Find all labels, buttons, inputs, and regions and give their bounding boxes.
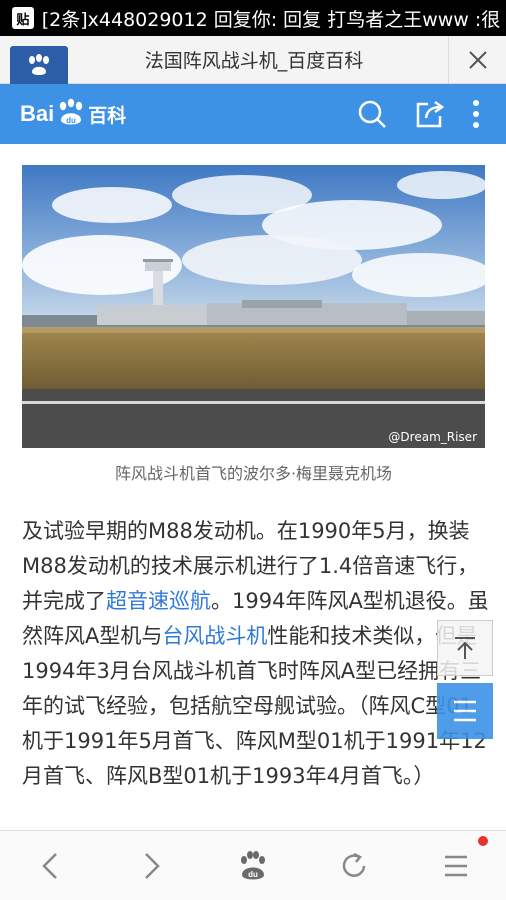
refresh-icon [342,852,366,877]
close-icon [468,51,487,69]
tieba-app-icon: 贴 [12,7,34,29]
back-to-top-icon [455,637,475,659]
refresh-button[interactable] [332,844,376,888]
image-watermark: @Dream_Riser [388,430,477,444]
tab-favicon-paw-icon[interactable] [10,46,68,84]
image-caption: 阵风战斗机首飞的波尔多·梅里聂克机场 [114,464,393,483]
back-to-top-button[interactable] [437,620,493,676]
link-typhoon-fighter[interactable]: 台风战斗机 [162,624,267,648]
paragraph-text: 性能和技术类似，但是1994年3月台风战斗机首飞时阵风A型已经拥有三年的试飞经验… [22,624,487,788]
svg-text:du: du [66,116,76,125]
back-arrow-icon [42,853,57,879]
baike-header: Bai du 百科 [0,84,506,144]
close-tab-button[interactable] [448,36,506,84]
search-button[interactable] [354,96,390,132]
browser-bottom-bar: du [0,830,506,900]
share-button[interactable] [412,96,448,132]
catalog-button[interactable] [437,683,493,739]
baidu-paw-icon: du [241,851,265,880]
notification-bar[interactable]: 贴 [2条]x448029012 回复你: 回复 打鸟者之王www :很 [0,0,506,36]
browser-title-bar: 法国阵风战斗机_百度百科 [0,36,506,84]
notification-text: [2条]x448029012 回复你: 回复 打鸟者之王www :很 [41,8,501,31]
share-icon [416,100,445,128]
page-title: 法国阵风战斗机_百度百科 [144,50,364,72]
baidu-baike-logo[interactable]: Bai du 百科 [20,98,126,130]
svg-text:du: du [248,870,258,879]
list-icon [454,700,476,722]
article-paragraph: 及试验早期的M88发动机。在1990年5月，换装M88发动机的技术展示机进行了1… [22,514,490,794]
forward-arrow-icon [145,853,160,879]
menu-icon [445,855,467,877]
airport-photo[interactable]: @Dream_Riser [22,165,485,448]
airport-image: @Dream_Riser [22,165,485,448]
baidu-paw-logo-icon: du [56,98,86,130]
forward-button[interactable] [130,844,174,888]
notification-dot [478,836,488,846]
baidu-home-button[interactable]: du [231,844,275,888]
more-options-button[interactable] [458,96,494,132]
more-vertical-icon [473,100,479,128]
browser-menu-button[interactable] [434,844,478,888]
search-icon [358,100,386,128]
back-button[interactable] [28,844,72,888]
link-supercruise[interactable]: 超音速巡航 [106,589,211,613]
